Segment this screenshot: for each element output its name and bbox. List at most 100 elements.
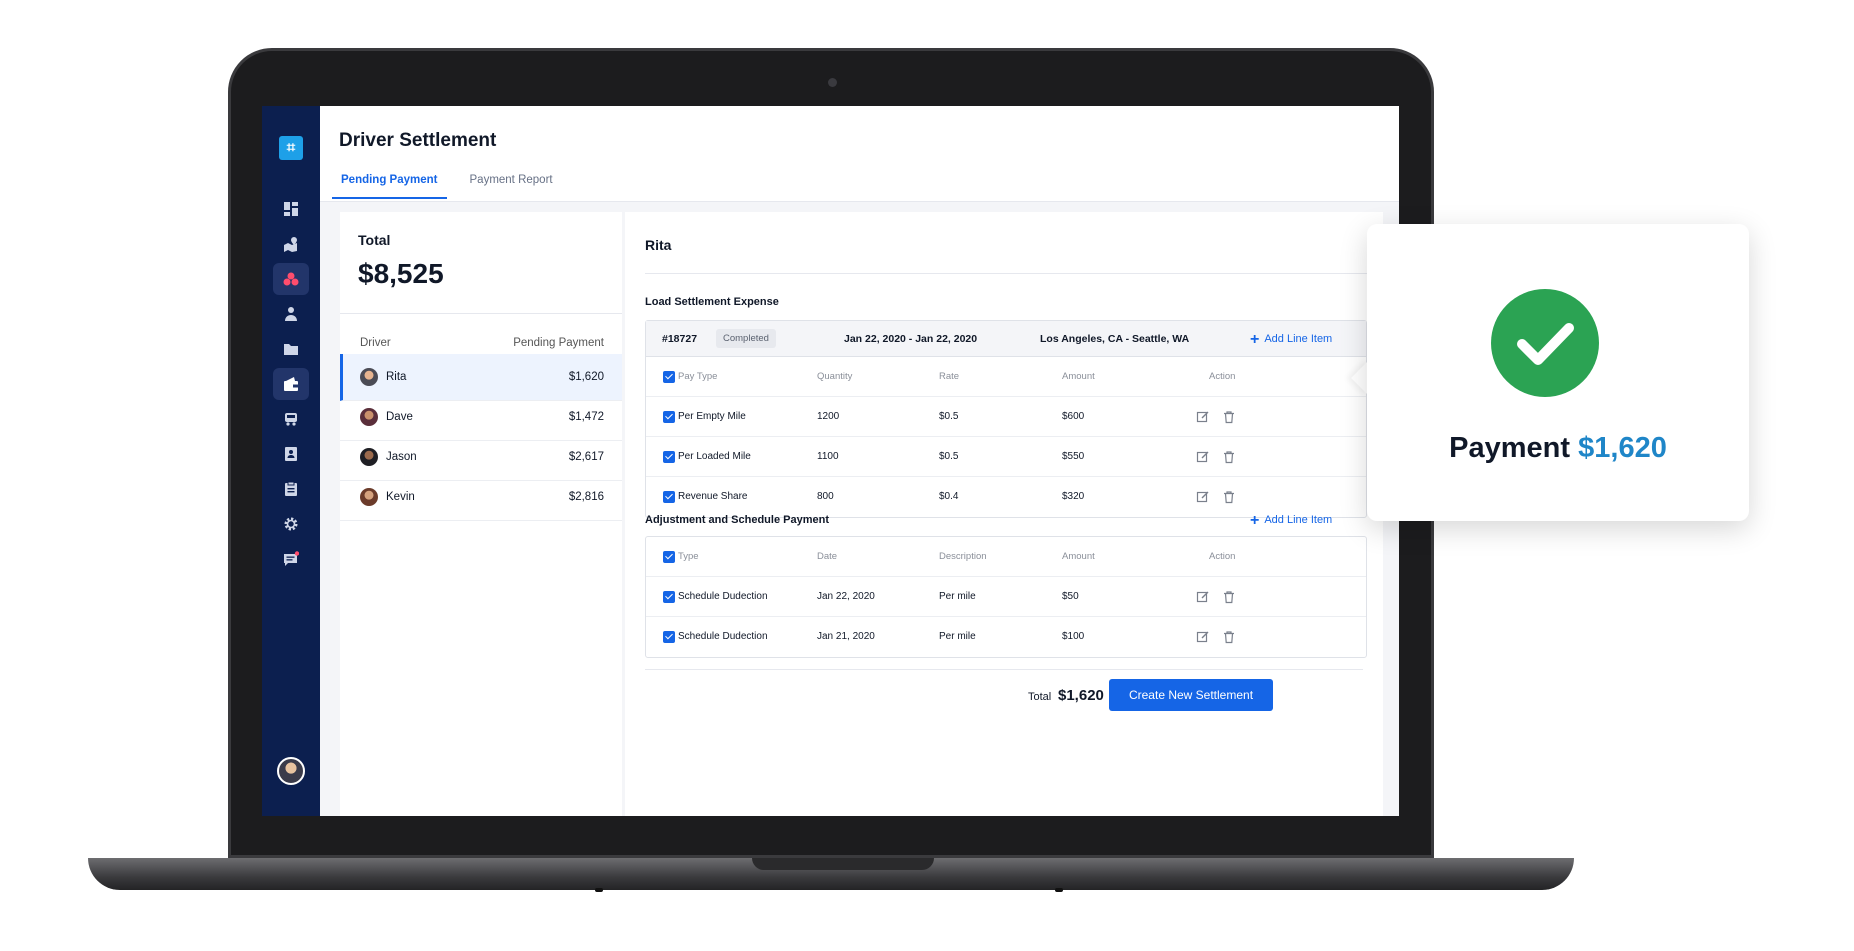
app-logo-icon[interactable]: ⌗ [279, 136, 303, 160]
column-header-driver: Driver [360, 337, 391, 349]
delete-icon[interactable] [1222, 410, 1236, 424]
row-checkbox[interactable] [663, 631, 675, 643]
driver-pending-amount: $2,816 [568, 491, 604, 503]
sidebar-item-map[interactable] [273, 228, 309, 260]
footer-total-value: $1,620 [1058, 687, 1104, 704]
table-row: Revenue Share 800 $0.4 $320 [646, 477, 1366, 517]
load-route: Los Angeles, CA - Seattle, WA [1040, 332, 1190, 345]
create-new-settlement-button[interactable]: Create New Settlement [1109, 679, 1273, 711]
avatar [360, 488, 378, 506]
type-cell: Schedule Dudection [678, 591, 768, 602]
sidebar-item-contacts[interactable] [273, 438, 309, 470]
delete-icon[interactable] [1222, 490, 1236, 504]
select-all-checkbox[interactable] [663, 371, 675, 383]
date-cell: Jan 21, 2020 [817, 631, 875, 642]
drivers-icon [283, 272, 299, 286]
load-header: #18727 Completed Jan 22, 2020 - Jan 22, … [646, 321, 1366, 357]
avatar [360, 408, 378, 426]
amount-cell: $550 [1062, 451, 1085, 462]
column-header-action: Action [1209, 371, 1236, 382]
description-cell: Per mile [939, 591, 976, 602]
amount-cell: $600 [1062, 411, 1085, 422]
sidebar-item-wallet[interactable] [273, 368, 309, 400]
edit-icon[interactable] [1196, 490, 1210, 504]
column-header-rate: Rate [939, 371, 960, 382]
amount-cell: $50 [1062, 591, 1079, 602]
quantity-cell: 1100 [817, 451, 839, 462]
delete-icon[interactable] [1222, 450, 1236, 464]
driver-pending-amount: $1,620 [568, 371, 604, 383]
divider [645, 669, 1363, 670]
driver-summary-panel: Total $8,525 Driver Pending Payment Rita… [340, 212, 622, 816]
payment-label: Payment [1449, 432, 1571, 464]
divider [645, 273, 1383, 274]
map-icon [284, 237, 297, 252]
row-checkbox[interactable] [663, 411, 675, 423]
driver-name: Rita [386, 371, 407, 383]
sidebar-item-drivers[interactable] [273, 263, 309, 295]
rate-cell: $0.4 [939, 491, 959, 502]
driver-name: Kevin [386, 491, 415, 503]
add-line-item-button[interactable]: + Add Line Item [1250, 331, 1332, 347]
sidebar-item-messages[interactable] [273, 543, 309, 575]
edit-icon[interactable] [1196, 450, 1210, 464]
tab-pending-payment[interactable]: Pending Payment [332, 166, 447, 199]
wallet-icon [284, 377, 298, 391]
total-value: $8,525 [358, 258, 444, 289]
table-row: Per Empty Mile 1200 $0.5 $600 [646, 397, 1366, 437]
row-checkbox[interactable] [663, 591, 675, 603]
driver-name: Dave [386, 411, 413, 423]
delete-icon[interactable] [1222, 630, 1236, 644]
column-header-pending-payment: Pending Payment [513, 337, 604, 349]
edit-icon[interactable] [1196, 410, 1210, 424]
base-foot [595, 888, 603, 892]
section-title-load-settlement: Load Settlement Expense [645, 296, 779, 308]
load-date-range: Jan 22, 2020 - Jan 22, 2020 [844, 332, 978, 345]
rate-cell: $0.5 [939, 411, 959, 422]
quantity-cell: 1200 [817, 411, 840, 422]
table-row: Schedule Dudection Jan 21, 2020 Per mile… [646, 617, 1366, 657]
row-checkbox[interactable] [663, 451, 675, 463]
footer-total-label: Total [1028, 691, 1052, 703]
select-all-checkbox[interactable] [663, 551, 675, 563]
driver-pending-amount: $1,472 [568, 411, 604, 423]
sidebar-item-dispatcher[interactable] [273, 298, 309, 330]
quantity-cell: 800 [817, 491, 834, 502]
type-cell: Schedule Dudection [678, 631, 768, 642]
payment-amount: $1,620 [1578, 432, 1667, 464]
page-title: Driver Settlement [339, 130, 497, 151]
user-avatar[interactable] [277, 757, 305, 785]
driver-pending-amount: $2,617 [568, 451, 604, 463]
contacts-icon [285, 447, 297, 461]
total-label: Total [358, 232, 391, 248]
sidebar-item-clipboard[interactable] [273, 473, 309, 505]
driver-row-kevin[interactable]: Kevin $2,816 [340, 474, 622, 521]
column-header-pay-type: Pay Type [678, 371, 718, 382]
laptop-notch [752, 858, 934, 870]
column-header-description: Description [939, 551, 987, 562]
rate-cell: $0.5 [939, 451, 959, 462]
date-cell: Jan 22, 2020 [817, 591, 875, 602]
table-row: Schedule Dudection Jan 22, 2020 Per mile… [646, 577, 1366, 617]
pay-type-cell: Revenue Share [678, 491, 748, 502]
edit-icon[interactable] [1196, 590, 1210, 604]
section-title-adjustment: Adjustment and Schedule Payment [645, 514, 829, 526]
sidebar-item-folder[interactable] [273, 333, 309, 365]
column-header-date: Date [817, 551, 838, 562]
base-foot [1055, 888, 1063, 892]
tab-payment-report[interactable]: Payment Report [461, 166, 562, 199]
adjustment-table: Type Date Description Amount Action Sche… [645, 536, 1367, 658]
delete-icon[interactable] [1222, 590, 1236, 604]
sidebar-item-truck[interactable] [273, 403, 309, 435]
add-adjustment-line-item-button[interactable]: + Add Line Item [1250, 512, 1332, 528]
sidebar-item-dashboard[interactable] [273, 193, 309, 225]
load-id: #18727 [662, 332, 698, 345]
sidebar-item-settings[interactable] [273, 508, 309, 540]
messages-icon [284, 551, 299, 566]
stage: ⌗ Driver Settlement Pending Payment Paym… [0, 0, 1854, 951]
edit-icon[interactable] [1196, 630, 1210, 644]
selected-driver-name: Rita [645, 237, 672, 253]
row-checkbox[interactable] [663, 491, 675, 503]
load-settlement-table: #18727 Completed Jan 22, 2020 - Jan 22, … [645, 320, 1367, 518]
folder-icon [284, 344, 298, 355]
